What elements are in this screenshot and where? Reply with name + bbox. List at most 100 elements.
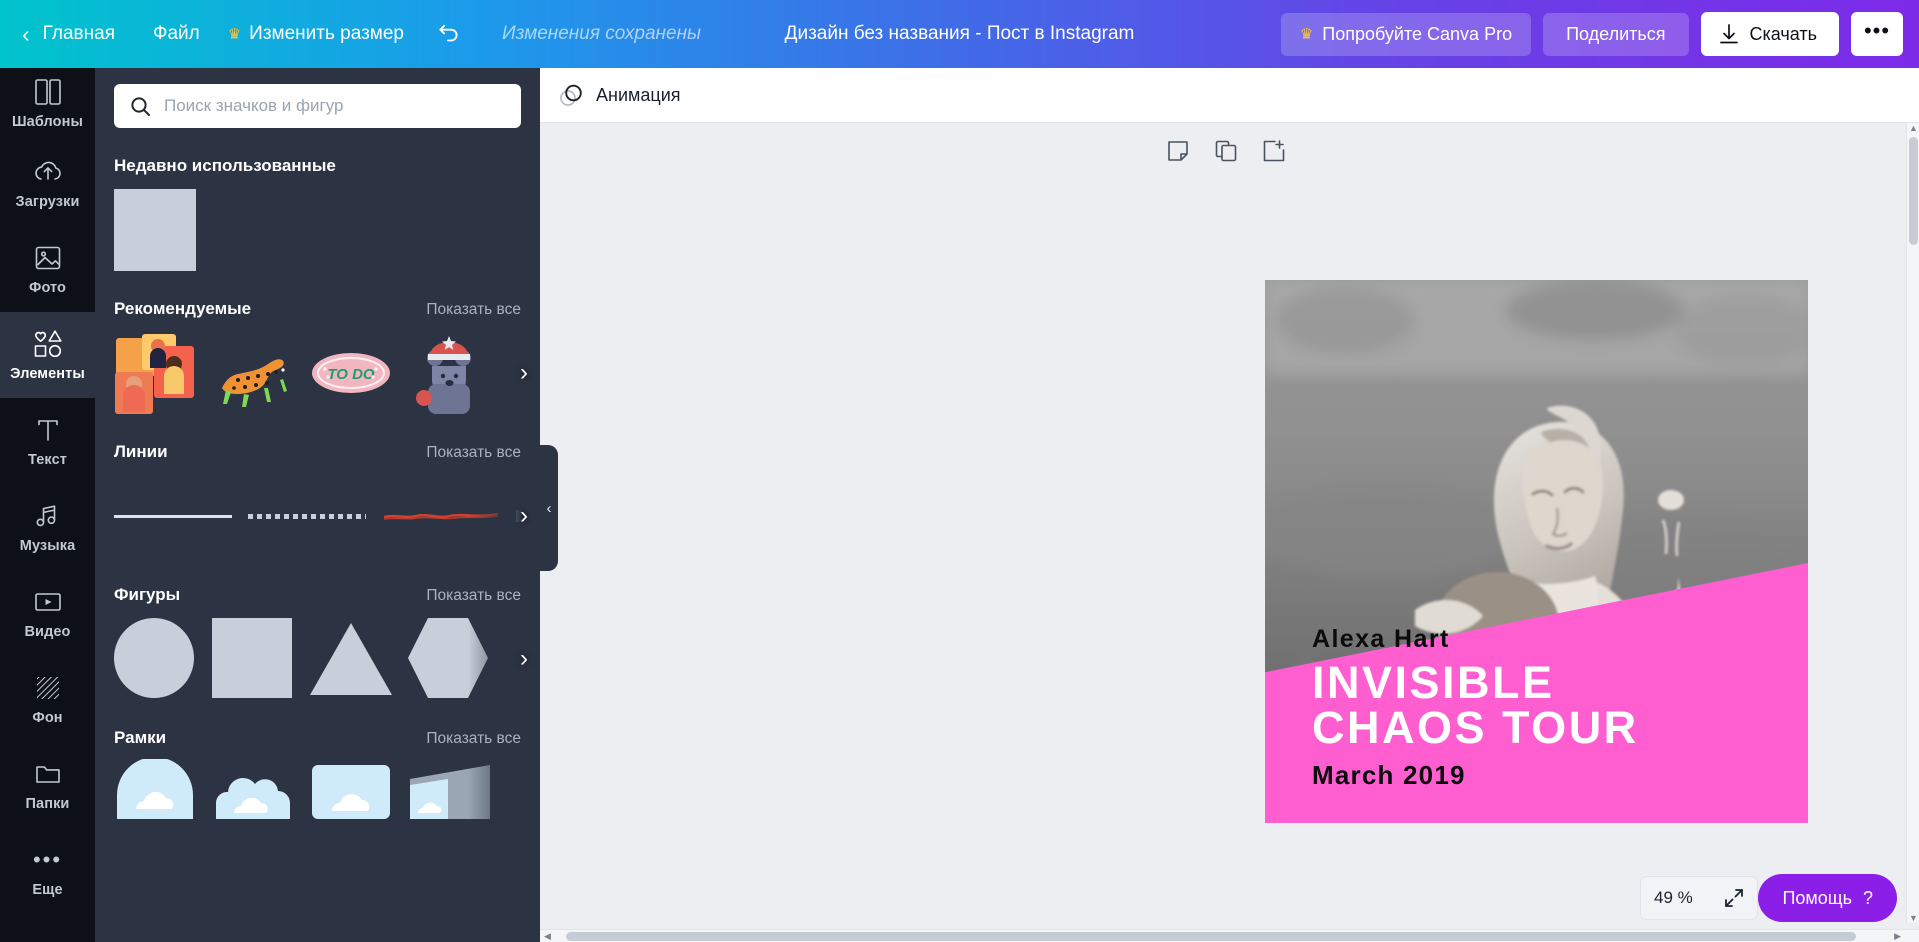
help-button[interactable]: Помощь ? — [1758, 874, 1897, 922]
help-question-icon: ? — [1862, 887, 1873, 908]
photo-icon — [34, 243, 62, 273]
video-icon — [33, 587, 63, 617]
element-teddy-bear-illustration[interactable] — [408, 332, 490, 414]
search-icon — [131, 96, 150, 116]
shapes-icon — [32, 329, 64, 359]
animation-circles-icon — [560, 84, 582, 106]
element-people-illustration[interactable] — [114, 332, 196, 414]
search-input[interactable] — [164, 96, 505, 116]
section-title: Рекомендуемые — [114, 299, 252, 318]
element-circle-shape[interactable] — [114, 618, 196, 700]
chevron-left-icon: ‹ — [22, 20, 30, 47]
horizontal-scrollbar[interactable]: ◀ ▶ — [540, 929, 1919, 942]
try-canva-pro-button[interactable]: ♛ Попробуйте Canva Pro — [1280, 12, 1532, 56]
sidebar-item-text[interactable]: Текст — [0, 398, 95, 484]
scroll-down-caret-icon[interactable]: ▼ — [1909, 913, 1918, 923]
left-sidebar-rail: Шаблоны Загрузки Фото Элементы Текст Муз… — [0, 68, 95, 942]
more-options-button[interactable]: ••• — [1851, 12, 1903, 56]
sidebar-item-more[interactable]: ••• Еще — [0, 828, 95, 914]
scroll-right-caret-icon[interactable]: ▶ — [1894, 931, 1901, 942]
frame-items-row — [95, 759, 540, 841]
share-button[interactable]: Поделиться — [1543, 12, 1689, 56]
element-square-shape[interactable] — [212, 618, 294, 700]
section-header-recent: Недавно использованные — [95, 156, 540, 176]
element-scribble-line[interactable] — [382, 475, 500, 557]
sidebar-label: Фон — [32, 709, 63, 726]
file-menu-button[interactable]: Файл — [139, 15, 214, 53]
undo-icon — [439, 24, 458, 42]
sidebar-label: Еще — [32, 881, 63, 898]
design-title-line1: INVISIBLE — [1312, 657, 1555, 708]
undo-button[interactable] — [418, 13, 476, 55]
sidebar-item-elements[interactable]: Элементы — [0, 298, 95, 412]
try-pro-label: Попробуйте Canva Pro — [1322, 23, 1513, 44]
sidebar-item-templates[interactable]: Шаблоны — [0, 70, 95, 140]
element-cloud-frame-bumpy[interactable] — [212, 759, 294, 841]
section-title: Линии — [114, 442, 168, 461]
design-title-line2: CHAOS TOUR — [1312, 702, 1639, 753]
vertical-scroll-thumb[interactable] — [1909, 137, 1918, 245]
lines-next-arrow[interactable]: › — [520, 502, 528, 530]
animation-toolbar: Анимация — [540, 68, 1919, 123]
sidebar-label: Элементы — [10, 365, 85, 382]
animation-label[interactable]: Анимация — [596, 85, 681, 106]
home-button[interactable]: ‹ Главная — [0, 15, 139, 53]
sidebar-label: Текст — [28, 451, 67, 468]
section-header-lines: Линии Показать все — [95, 442, 540, 462]
scroll-up-caret-icon[interactable]: ▲ — [1909, 123, 1918, 133]
element-cloud-frame-dome[interactable] — [114, 759, 196, 841]
recommended-next-arrow[interactable]: › — [520, 359, 528, 387]
sidebar-item-video[interactable]: Видео — [0, 570, 95, 656]
element-triangle-shape[interactable] — [310, 618, 392, 700]
file-label: Файл — [153, 23, 200, 44]
show-all-lines[interactable]: Показать все — [426, 444, 521, 462]
element-cloud-frame-slanted[interactable] — [408, 759, 490, 841]
duplicate-page-icon[interactable] — [1215, 140, 1237, 167]
element-leopard-illustration[interactable] — [212, 332, 294, 414]
show-all-frames[interactable]: Показать все — [426, 730, 521, 748]
design-page[interactable]: Alexa Hart INVISIBLE CHAOS TOUR March 20… — [1265, 280, 1808, 823]
panel-collapse-handle[interactable]: ‹ — [540, 445, 558, 571]
background-hatch-icon — [34, 673, 62, 703]
element-solid-line[interactable] — [114, 475, 232, 557]
scroll-left-caret-icon[interactable]: ◀ — [544, 931, 551, 942]
element-hexagon-shape[interactable] — [408, 618, 490, 700]
sidebar-item-photos[interactable]: Фото — [0, 226, 95, 312]
expand-arrows-icon[interactable] — [1724, 888, 1744, 908]
show-all-recommended[interactable]: Показать все — [426, 301, 521, 319]
element-to-do-badge[interactable]: TO DO — [310, 332, 392, 414]
element-dotted-line[interactable] — [248, 475, 366, 557]
shapes-next-arrow[interactable]: › — [520, 645, 528, 673]
element-cloud-frame-rounded[interactable] — [310, 759, 392, 841]
sidebar-label: Загрузки — [15, 193, 80, 210]
shape-items-row: › — [95, 618, 540, 700]
canvas-scroll-area: Alexa Hart INVISIBLE CHAOS TOUR March 20… — [540, 123, 1902, 919]
add-note-icon[interactable] — [1167, 140, 1189, 167]
show-all-shapes[interactable]: Показать все — [426, 587, 521, 605]
search-container — [95, 68, 540, 128]
to-do-badge-text: TO DO — [327, 366, 375, 383]
add-page-icon[interactable] — [1263, 140, 1285, 167]
sidebar-item-folders[interactable]: Папки — [0, 742, 95, 828]
crown-icon: ♛ — [227, 26, 242, 43]
horizontal-scroll-thumb[interactable] — [566, 932, 1856, 941]
resize-button[interactable]: ♛ Изменить размер — [214, 15, 418, 53]
zoom-control[interactable]: 49 % — [1640, 876, 1758, 920]
zoom-level-value: 49 % — [1654, 888, 1693, 907]
design-title: INVISIBLE CHAOS TOUR — [1312, 660, 1639, 750]
vertical-scrollbar[interactable]: ▲ ▼ — [1906, 123, 1919, 923]
chevron-left-icon: ‹ — [546, 499, 552, 517]
design-date: March 2019 — [1312, 760, 1466, 790]
folder-icon — [34, 759, 62, 789]
search-box[interactable] — [114, 84, 521, 128]
download-button[interactable]: Скачать — [1700, 12, 1839, 56]
crown-icon: ♛ — [1299, 26, 1314, 43]
sidebar-label: Музыка — [19, 537, 76, 554]
page-tools — [1167, 140, 1285, 167]
help-label: Помощь — [1782, 887, 1852, 908]
sidebar-item-music[interactable]: Музыка — [0, 484, 95, 570]
recent-item-thumbnail[interactable] — [114, 189, 196, 271]
sidebar-item-uploads[interactable]: Загрузки — [0, 140, 95, 226]
section-title: Недавно использованные — [114, 156, 336, 175]
sidebar-item-background[interactable]: Фон — [0, 656, 95, 742]
